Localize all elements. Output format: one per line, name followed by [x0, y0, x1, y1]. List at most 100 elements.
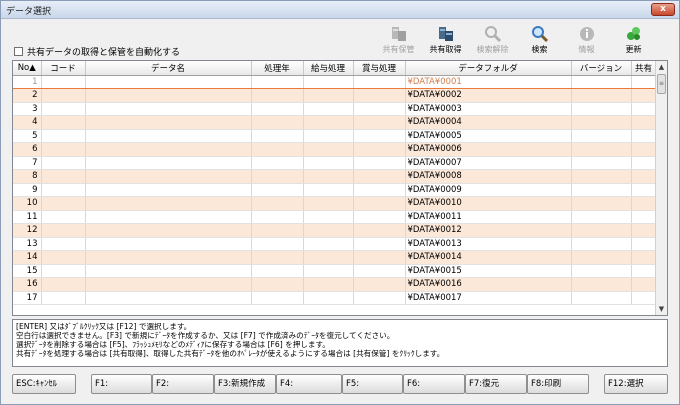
table-row[interactable]: 5 ¥DATA¥0005 — [13, 129, 657, 143]
cell-version — [571, 74, 632, 89]
cell-year — [251, 129, 304, 143]
cell-version — [571, 223, 632, 238]
cell-folder: ¥DATA¥0011 — [405, 210, 572, 224]
table-row[interactable]: 12 ¥DATA¥0012 — [13, 223, 657, 238]
f1-button[interactable]: F1: — [91, 374, 152, 394]
cell-folder: ¥DATA¥0012 — [405, 223, 572, 238]
table-row[interactable]: 6 ¥DATA¥0006 — [13, 142, 657, 157]
cell-version — [571, 102, 632, 116]
f2-button[interactable]: F2: — [152, 374, 214, 394]
col-header-shared[interactable]: 共有 — [631, 61, 657, 76]
table-row[interactable]: 15 ¥DATA¥0015 — [13, 264, 657, 278]
table-row[interactable]: 2 ¥DATA¥0002 — [13, 88, 657, 103]
auto-share-checkbox[interactable] — [14, 47, 23, 56]
col-header-version[interactable]: バージョン — [571, 61, 632, 76]
table-row[interactable]: 8 ¥DATA¥0008 — [13, 169, 657, 184]
close-button[interactable]: x — [651, 3, 675, 16]
cell-year — [251, 264, 304, 278]
cell-data-name — [85, 102, 252, 116]
col-header-data-name[interactable]: データ名 — [85, 61, 252, 76]
table-row[interactable]: 16 ¥DATA¥0016 — [13, 277, 657, 292]
search-icon — [516, 24, 563, 43]
search-button[interactable]: 検索 — [516, 23, 563, 57]
cell-version — [571, 250, 632, 265]
f8-print-button[interactable]: F8:印刷 — [527, 374, 589, 394]
f7-restore-button[interactable]: F7:復元 — [465, 374, 527, 394]
cell-version — [571, 196, 632, 211]
cell-year — [251, 74, 304, 89]
cell-year — [251, 142, 304, 157]
f12-select-button[interactable]: F12:選択 — [604, 374, 668, 394]
cell-version — [571, 237, 632, 251]
table-row[interactable]: 4 ¥DATA¥0004 — [13, 115, 657, 130]
table-row[interactable]: 10 ¥DATA¥0010 — [13, 196, 657, 211]
cell-year — [251, 156, 304, 170]
cell-salary — [303, 88, 354, 103]
cell-no: 5 — [13, 129, 42, 143]
table-row[interactable]: 3 ¥DATA¥0003 — [13, 102, 657, 116]
cell-folder: ¥DATA¥0007 — [405, 156, 572, 170]
cell-shared — [631, 102, 657, 116]
f3-new-button[interactable]: F3:新規作成 — [214, 374, 276, 394]
table-row[interactable]: 17 ¥DATA¥0017 — [13, 291, 657, 305]
toolbar: 共有保管 共有取得 検索解除 検索 情報 更新 — [375, 23, 657, 57]
header-row: No▲ コード データ名 処理年 給与処理 賞与処理 データフォルダ バージョン… — [13, 61, 657, 76]
refresh-label: 更新 — [625, 45, 642, 54]
scroll-up-icon[interactable]: ▲ — [656, 61, 667, 73]
cell-bonus — [353, 74, 406, 89]
table-row[interactable]: 7 ¥DATA¥0007 — [13, 156, 657, 170]
cell-folder: ¥DATA¥0015 — [405, 264, 572, 278]
col-header-folder[interactable]: データフォルダ — [405, 61, 572, 76]
cell-year — [251, 250, 304, 265]
col-header-code[interactable]: コード — [41, 61, 86, 76]
cell-shared — [631, 183, 657, 197]
cell-code — [41, 264, 86, 278]
cell-year — [251, 196, 304, 211]
cell-salary — [303, 250, 354, 265]
cell-folder: ¥DATA¥0016 — [405, 277, 572, 292]
scroll-down-icon[interactable]: ▼ — [656, 303, 667, 315]
cell-folder: ¥DATA¥0003 — [405, 102, 572, 116]
table-row[interactable]: 11 ¥DATA¥0011 — [13, 210, 657, 224]
cell-bonus — [353, 237, 406, 251]
auto-share-checkbox-row[interactable]: 共有データの取得と保管を自動化する — [14, 45, 180, 58]
cell-version — [571, 142, 632, 157]
table-row[interactable]: 13 ¥DATA¥0013 — [13, 237, 657, 251]
table-row[interactable]: 14 ¥DATA¥0014 — [13, 250, 657, 265]
cell-salary — [303, 74, 354, 89]
share-get-button[interactable]: 共有取得 — [422, 23, 469, 57]
col-header-salary[interactable]: 給与処理 — [303, 61, 354, 76]
table-row[interactable]: 1 ¥DATA¥0001 — [13, 74, 657, 89]
col-header-year[interactable]: 処理年 — [251, 61, 304, 76]
cell-no: 3 — [13, 102, 42, 116]
cell-salary — [303, 142, 354, 157]
col-header-bonus[interactable]: 賞与処理 — [353, 61, 406, 76]
refresh-icon — [610, 24, 657, 43]
cell-data-name — [85, 169, 252, 184]
esc-cancel-button[interactable]: ESC:ｷｬﾝｾﾙ — [12, 374, 76, 394]
cell-year — [251, 291, 304, 305]
search-clear-button[interactable]: 検索解除 — [469, 23, 516, 57]
table-row[interactable]: 9 ¥DATA¥0009 — [13, 183, 657, 197]
data-grid[interactable]: No▲ コード データ名 処理年 給与処理 賞与処理 データフォルダ バージョン… — [12, 60, 668, 316]
cell-version — [571, 210, 632, 224]
f6-button[interactable]: F6: — [403, 374, 465, 394]
search-label: 検索 — [531, 45, 548, 54]
cell-code — [41, 277, 86, 292]
cell-year — [251, 210, 304, 224]
col-header-no[interactable]: No▲ — [13, 61, 42, 76]
cell-version — [571, 264, 632, 278]
cell-shared — [631, 142, 657, 157]
f4-button[interactable]: F4: — [276, 374, 342, 394]
data-table: No▲ コード データ名 処理年 給与処理 賞与処理 データフォルダ バージョン… — [13, 61, 657, 305]
share-store-button[interactable]: 共有保管 — [375, 23, 422, 57]
cell-salary — [303, 183, 354, 197]
f5-button[interactable]: F5: — [342, 374, 403, 394]
cell-folder: ¥DATA¥0004 — [405, 115, 572, 130]
cell-salary — [303, 102, 354, 116]
vertical-scrollbar[interactable]: ▲ ≡ ▼ — [655, 61, 667, 315]
info-button[interactable]: 情報 — [563, 23, 610, 57]
cell-bonus — [353, 196, 406, 211]
refresh-button[interactable]: 更新 — [610, 23, 657, 57]
scroll-thumb[interactable]: ≡ — [657, 74, 666, 94]
